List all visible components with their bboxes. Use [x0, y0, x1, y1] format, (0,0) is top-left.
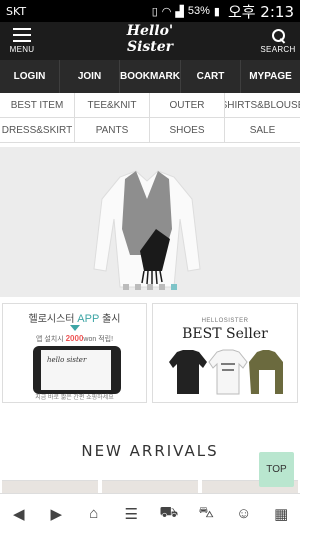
status-bar: SKT ▯ ◠ ▟ 53% ▮ 오후 2:13: [0, 0, 300, 22]
vibrate-icon: ▯: [151, 5, 158, 18]
banner-dot[interactable]: [147, 284, 153, 290]
banner-dot[interactable]: [123, 284, 129, 290]
banner-dot[interactable]: [135, 284, 141, 290]
category-shoes[interactable]: SHOES: [150, 118, 225, 143]
search-button[interactable]: SEARCH: [256, 22, 300, 60]
best-seller-title: BEST Seller: [182, 326, 268, 342]
new-arrivals-heading: NEW ARRIVALS: [81, 442, 219, 460]
banner-outfit-image: [93, 170, 201, 288]
bottom-navigation: ◀ ▶ ⌂ ☰ ⛟ ⛍ ☺ ▦: [0, 493, 300, 533]
cart-icon[interactable]: ⛟: [150, 504, 188, 523]
down-triangle-icon: [70, 325, 80, 331]
nav-login[interactable]: LOGIN: [0, 60, 60, 93]
best-seller-clothes-image: [169, 349, 283, 395]
category-shirts-blouse[interactable]: SHIRTS&BLOUSE: [225, 93, 300, 118]
nav-mypage[interactable]: MYPAGE: [241, 60, 300, 93]
nav-join[interactable]: JOIN: [60, 60, 120, 93]
list-icon[interactable]: ☰: [113, 505, 151, 523]
hamburger-icon: [13, 28, 31, 42]
forward-arrow-icon[interactable]: ▶: [38, 505, 76, 523]
battery-icon: ▮: [213, 5, 220, 18]
nav-bookmark[interactable]: BOOKMARK: [120, 60, 181, 93]
category-grid: BEST ITEM TEE&KNIT OUTER SHIRTS&BLOUSE D…: [0, 93, 300, 143]
main-banner[interactable]: [0, 147, 300, 297]
banner-pagination: [0, 284, 300, 290]
scroll-top-button[interactable]: TOP: [259, 452, 294, 487]
signal-icon: ▟: [175, 5, 184, 18]
best-seller-banner[interactable]: HELLOSISTER BEST Seller: [152, 303, 298, 403]
category-best-item[interactable]: BEST ITEM: [0, 93, 75, 118]
wifi-icon: ◠: [161, 5, 172, 18]
battery-percent: 53%: [187, 5, 210, 17]
new-arrivals-list: [0, 480, 300, 493]
app-promo-reward: 앱 설치시 2000won 적립!: [35, 334, 114, 343]
best-seller-brand: HELLOSISTER: [201, 318, 249, 324]
home-icon[interactable]: ⌂: [75, 505, 113, 522]
menu-button[interactable]: MENU: [0, 22, 44, 60]
search-label: SEARCH: [260, 44, 296, 54]
app-promo-title: 헬로시스터 APP 출시: [28, 313, 121, 325]
my-account-icon[interactable]: ☺: [225, 505, 263, 522]
category-dress-skirt[interactable]: DRESS&SKIRT: [0, 118, 75, 143]
grid-menu-icon[interactable]: ▦: [263, 505, 301, 523]
category-outer[interactable]: OUTER: [150, 93, 225, 118]
nav-cart[interactable]: CART: [181, 60, 241, 93]
app-promo-banner[interactable]: 헬로시스터 APP 출시 앱 설치시 2000won 적립! hello sis…: [2, 303, 147, 403]
product-thumbnail[interactable]: [2, 480, 98, 493]
category-tee-knit[interactable]: TEE&KNIT: [75, 93, 150, 118]
banner-dot-active[interactable]: [171, 284, 177, 290]
product-thumbnail[interactable]: [102, 480, 198, 493]
app-promo-caption: 지금 바로 짧은 간편 쇼핑하세요: [35, 395, 114, 401]
category-sale[interactable]: SALE: [225, 118, 300, 143]
back-arrow-icon[interactable]: ◀: [0, 505, 38, 523]
category-pants[interactable]: PANTS: [75, 118, 150, 143]
carrier-label: SKT: [6, 4, 27, 18]
phone-image: hello sister: [33, 346, 121, 394]
banner-dot[interactable]: [159, 284, 165, 290]
top-navigation: LOGIN JOIN BOOKMARK CART MYPAGE: [0, 60, 300, 93]
menu-label: MENU: [9, 45, 35, 54]
site-header: MENU Hello' Sister SEARCH: [0, 22, 300, 60]
phone-screen-logo: hello sister: [47, 356, 87, 364]
search-icon: [271, 28, 285, 42]
delivery-truck-icon[interactable]: ⛍: [188, 504, 226, 523]
site-logo[interactable]: Hello' Sister: [100, 23, 200, 55]
clock: 오후 2:13: [227, 2, 294, 21]
